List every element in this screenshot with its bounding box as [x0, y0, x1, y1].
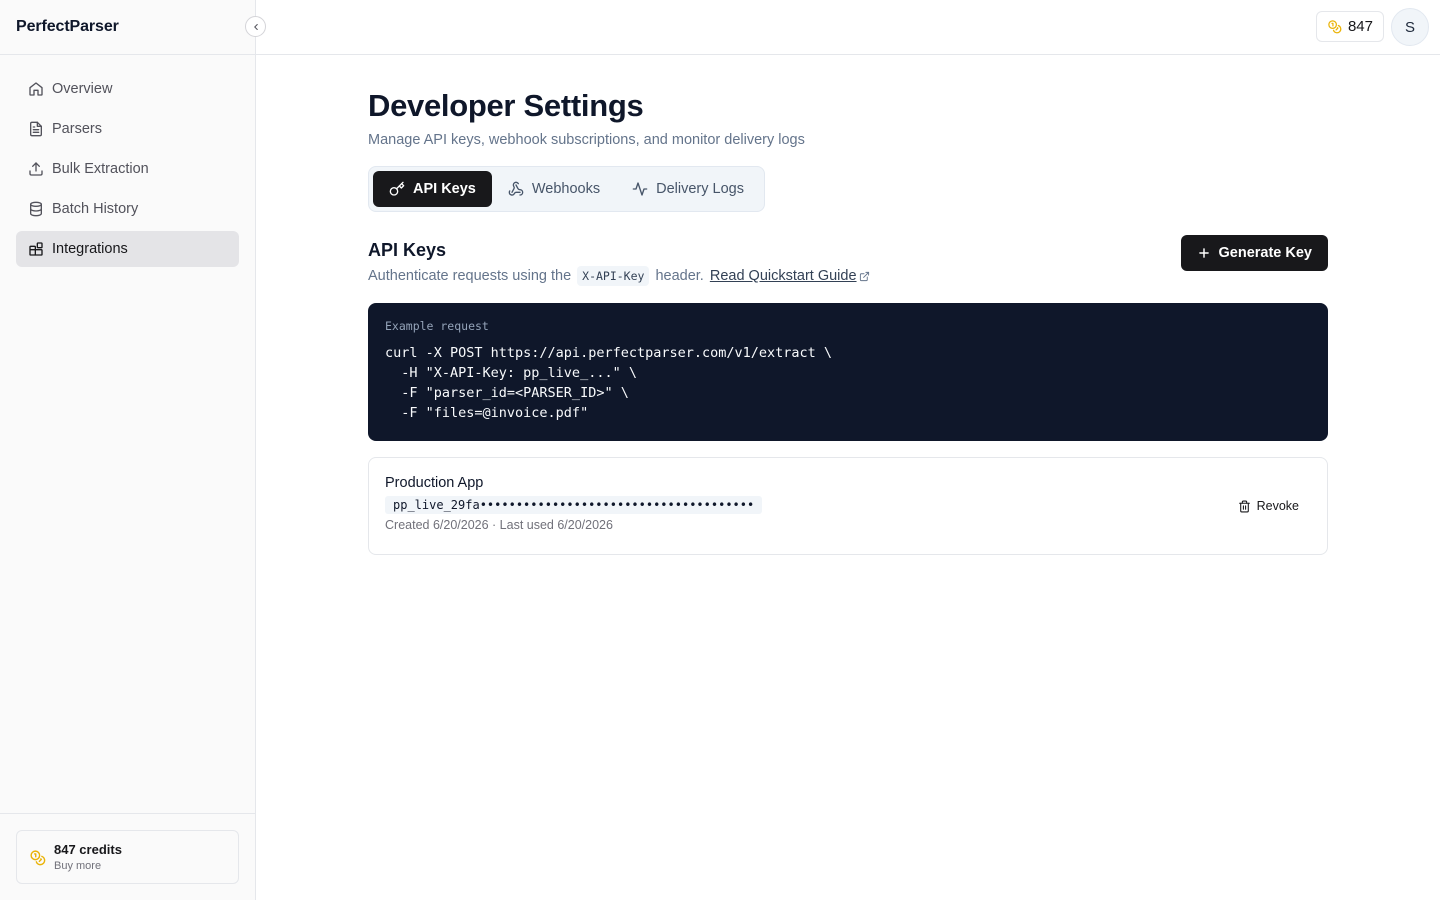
key-meta: Created 6/20/2026 · Last used 6/20/2026: [385, 518, 613, 532]
sidebar-item-overview[interactable]: Overview: [16, 71, 239, 107]
brand-name: PerfectParser: [16, 18, 119, 35]
page-subtitle: Manage API keys, webhook subscriptions, …: [368, 132, 805, 148]
tab-label: Delivery Logs: [656, 181, 744, 197]
tab-label: API Keys: [413, 181, 476, 197]
sidebar-item-label: Bulk Extraction: [52, 161, 149, 177]
coins-icon: [1327, 19, 1342, 34]
sidebar-item-integrations[interactable]: Integrations: [16, 231, 239, 267]
code-line: -F "files=@invoice.pdf": [385, 405, 589, 421]
button-label: Generate Key: [1218, 245, 1313, 261]
tab-delivery-logs[interactable]: Delivery Logs: [616, 171, 760, 207]
topbar: 847 S: [256, 0, 1440, 55]
tab-label: Webhooks: [531, 181, 601, 197]
revoke-button[interactable]: Revoke: [1226, 494, 1311, 518]
chevron-left-icon: [253, 23, 258, 30]
credits-count: 847 credits: [54, 842, 122, 857]
sidebar-item-parsers[interactable]: Parsers: [16, 111, 239, 147]
button-label: Revoke: [1256, 499, 1299, 513]
tab-api-keys[interactable]: API Keys: [373, 171, 492, 207]
trash-icon: [1238, 500, 1251, 513]
desc-suffix: header.: [655, 268, 704, 284]
code-block-label: Example request: [385, 319, 489, 333]
sidebar-nav: Overview Parsers Bulk Extraction Batch H…: [0, 55, 255, 267]
sidebar-item-batch-history[interactable]: Batch History: [16, 191, 239, 227]
sidebar-item-bulk-extraction[interactable]: Bulk Extraction: [16, 151, 239, 187]
buy-more-link[interactable]: Buy more: [54, 860, 122, 872]
masked-key-value: pp_live_29fa••••••••••••••••••••••••••••…: [385, 496, 763, 514]
sidebar-item-label: Batch History: [52, 201, 139, 217]
code-line: -F "parser_id=<PARSER_ID>" \: [385, 385, 629, 401]
webhook-icon: [508, 181, 524, 197]
code-lines: curl -X POST https://api.perfectparser.c…: [385, 343, 1311, 423]
code-line: -H "X-API-Key: pp_live_..." \: [385, 365, 637, 381]
home-icon: [28, 81, 44, 97]
collapse-sidebar-button[interactable]: [245, 16, 266, 37]
avatar[interactable]: S: [1391, 8, 1429, 46]
brand-row: PerfectParser: [0, 0, 266, 55]
api-key-card: Production App pp_live_29fa•••••••••••••…: [368, 457, 1328, 555]
database-icon: [28, 201, 44, 217]
sidebar-item-label: Overview: [52, 81, 113, 97]
link-label: Read Quickstart Guide: [709, 268, 857, 284]
desc-prefix: Authenticate requests using the: [368, 268, 572, 284]
sidebar-item-label: Integrations: [52, 241, 128, 257]
key-name: Production App: [385, 475, 484, 491]
credits-card[interactable]: 847 credits Buy more: [16, 830, 239, 884]
plus-icon: [1197, 246, 1211, 260]
api-keys-header: API Keys Authenticate requests using the…: [368, 235, 1328, 286]
section-description: Authenticate requests using the X-API-Ke…: [368, 266, 870, 286]
page-title: Developer Settings: [368, 88, 644, 123]
example-request-code-block: Example request curl -X POST https://api…: [368, 303, 1328, 441]
activity-icon: [632, 181, 648, 197]
sidebar-item-label: Parsers: [52, 121, 102, 137]
tab-webhooks[interactable]: Webhooks: [492, 171, 616, 207]
main-content: Developer Settings Manage API keys, webh…: [368, 55, 1328, 555]
document-icon: [28, 121, 44, 137]
quickstart-guide-link[interactable]: Read Quickstart Guide: [710, 268, 870, 284]
generate-key-button[interactable]: Generate Key: [1180, 235, 1328, 271]
credits-badge[interactable]: 847: [1315, 11, 1384, 42]
code-line: curl -X POST https://api.perfectparser.c…: [385, 345, 833, 361]
credits-value: 847: [1347, 18, 1373, 35]
key-icon: [389, 181, 405, 197]
sidebar-footer: 847 credits Buy more: [0, 813, 255, 900]
sidebar: PerfectParser Overview Parsers Bulk Extr…: [0, 0, 266, 900]
blocks-icon: [28, 241, 44, 257]
section-title: API Keys: [368, 240, 447, 260]
tab-list: API Keys Webhooks Delivery Logs: [368, 166, 765, 212]
upload-icon: [28, 161, 44, 177]
external-link-icon: [859, 271, 870, 282]
coins-icon: [29, 849, 46, 866]
header-name-code: X-API-Key: [577, 266, 650, 286]
